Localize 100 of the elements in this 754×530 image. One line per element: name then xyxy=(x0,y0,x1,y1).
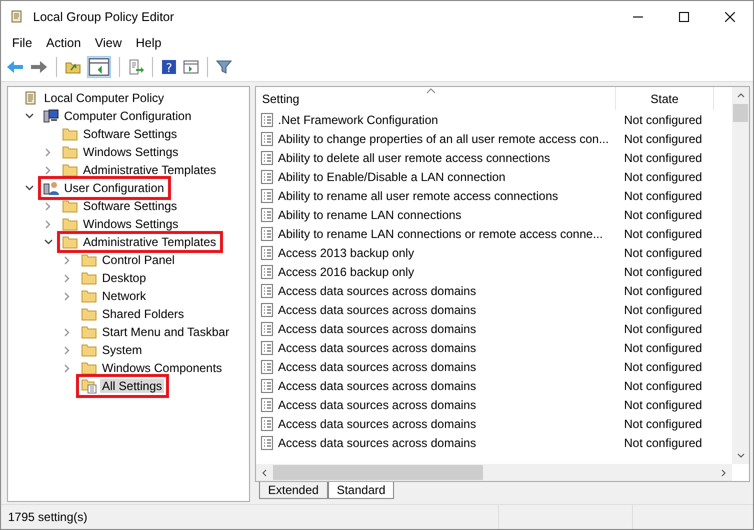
setting-state: Not configured xyxy=(623,284,704,298)
setting-name: Access data sources across domains xyxy=(278,322,476,336)
menu-item[interactable]: Action xyxy=(39,36,88,50)
folder-icon xyxy=(62,163,78,177)
setting-name: Ability to Enable/Disable a LAN connection xyxy=(278,170,506,184)
tree-item[interactable]: Desktop xyxy=(100,271,148,285)
collapsed-chevron-icon[interactable] xyxy=(64,292,70,300)
forward-arrow-icon[interactable] xyxy=(30,60,48,74)
scroll-left-icon[interactable] xyxy=(262,468,267,476)
policy-document-icon xyxy=(261,188,273,202)
policy-document-icon xyxy=(261,246,273,260)
collapsed-chevron-icon[interactable] xyxy=(64,364,70,372)
filter-icon[interactable] xyxy=(216,59,232,75)
setting-state: Not configured xyxy=(623,340,704,354)
tree-item[interactable]: Software Settings xyxy=(81,199,180,213)
tree-item[interactable]: Control Panel xyxy=(100,253,177,267)
collapsed-chevron-icon[interactable] xyxy=(64,346,70,354)
collapsed-chevron-icon[interactable] xyxy=(45,220,51,228)
policy-document-icon xyxy=(261,322,273,336)
tree-item[interactable]: Local Computer Policy xyxy=(42,91,166,105)
tree-item[interactable]: Windows Components xyxy=(100,361,224,375)
policy-document-icon xyxy=(261,208,273,222)
folder-icon xyxy=(81,307,97,321)
menu-item[interactable]: File xyxy=(5,36,40,50)
collapsed-chevron-icon[interactable] xyxy=(64,328,70,336)
folder-icon xyxy=(81,271,97,285)
user-icon xyxy=(43,180,59,196)
folder-icon xyxy=(81,253,97,267)
setting-state: Not configured xyxy=(623,208,704,222)
tree-item[interactable]: Administrative Templates xyxy=(81,235,218,249)
tree-item[interactable]: Administrative Templates xyxy=(81,163,218,177)
folder-icon xyxy=(62,127,78,141)
setting-state: Not configured xyxy=(623,188,704,202)
setting-state: Not configured xyxy=(623,302,704,316)
collapsed-chevron-icon[interactable] xyxy=(45,202,51,210)
scroll-up-icon[interactable] xyxy=(736,93,744,98)
scroll-thumb[interactable] xyxy=(273,465,483,480)
expanded-chevron-icon[interactable] xyxy=(24,185,34,191)
maximize-icon[interactable] xyxy=(679,12,689,22)
collapsed-chevron-icon[interactable] xyxy=(45,166,51,174)
policy-document-icon xyxy=(261,112,273,126)
scroll-right-icon[interactable] xyxy=(721,468,726,476)
policy-document-icon xyxy=(261,226,273,240)
view-tab[interactable]: Extended xyxy=(259,482,328,499)
tree-item[interactable]: Shared Folders xyxy=(100,307,186,321)
console-tree-icon[interactable] xyxy=(87,56,111,78)
folder-icon xyxy=(62,199,78,213)
policy-document-icon xyxy=(261,378,273,392)
expanded-chevron-icon[interactable] xyxy=(44,239,52,245)
setting-state: Not configured xyxy=(623,246,704,260)
column-header[interactable]: State xyxy=(616,87,714,110)
tree-item[interactable]: Computer Configuration xyxy=(62,109,194,123)
policy-document-icon xyxy=(261,398,273,412)
tree-item[interactable]: Network xyxy=(100,289,148,303)
folder-icon xyxy=(81,361,97,375)
export-list-icon[interactable] xyxy=(128,59,144,75)
collapsed-chevron-icon[interactable] xyxy=(64,274,70,282)
tree-item[interactable]: Software Settings xyxy=(81,127,180,141)
column-header[interactable]: Setting xyxy=(256,87,616,110)
setting-state: Not configured xyxy=(623,378,704,392)
setting-state: Not configured xyxy=(623,436,704,450)
setting-state: Not configured xyxy=(623,226,704,240)
setting-state: Not configured xyxy=(623,112,704,126)
menu-item[interactable]: View xyxy=(88,36,129,50)
help-icon[interactable]: ? xyxy=(161,59,177,75)
collapsed-chevron-icon[interactable] xyxy=(64,256,70,264)
setting-name: Access data sources across domains xyxy=(278,284,476,298)
setting-name: Access data sources across domains xyxy=(278,398,476,412)
back-arrow-icon[interactable] xyxy=(6,60,24,74)
policy-document-icon xyxy=(261,340,273,354)
tree-item[interactable]: Windows Settings xyxy=(81,145,180,159)
tree-item[interactable]: Start Menu and Taskbar xyxy=(100,325,232,339)
setting-state: Not configured xyxy=(623,360,704,374)
view-tab[interactable]: Standard xyxy=(328,482,394,499)
collapsed-chevron-icon[interactable] xyxy=(45,148,51,156)
setting-state: Not configured xyxy=(623,416,704,430)
tree-item[interactable]: System xyxy=(100,343,144,357)
expanded-chevron-icon[interactable] xyxy=(24,113,34,119)
scroll-thumb[interactable] xyxy=(733,104,748,122)
vertical-scrollbar[interactable] xyxy=(732,87,749,464)
policy-document-icon xyxy=(261,436,273,450)
window-title: Local Group Policy Editor xyxy=(33,10,174,24)
tree-item[interactable]: User Configuration xyxy=(62,181,166,195)
menu-item[interactable]: Help xyxy=(128,36,168,50)
setting-name: Ability to change properties of an all user remote access con... xyxy=(278,132,609,146)
action-pane-icon[interactable] xyxy=(183,60,199,74)
tree-item[interactable]: All Settings xyxy=(100,379,164,393)
folder-icon xyxy=(81,289,97,303)
setting-name: Access data sources across domains xyxy=(278,436,476,450)
setting-name: Access data sources across domains xyxy=(278,340,476,354)
setting-state: Not configured xyxy=(623,132,704,146)
close-icon[interactable] xyxy=(725,12,735,22)
setting-name: Ability to rename all user remote access connections xyxy=(278,188,558,202)
tree-item[interactable]: Windows Settings xyxy=(81,217,180,231)
setting-state: Not configured xyxy=(623,322,704,336)
computer-icon xyxy=(43,108,59,124)
horizontal-scrollbar[interactable] xyxy=(256,464,732,481)
policy-document-icon xyxy=(261,360,273,374)
scroll-down-icon[interactable] xyxy=(736,453,744,458)
setting-name: Access data sources across domains xyxy=(278,302,476,316)
